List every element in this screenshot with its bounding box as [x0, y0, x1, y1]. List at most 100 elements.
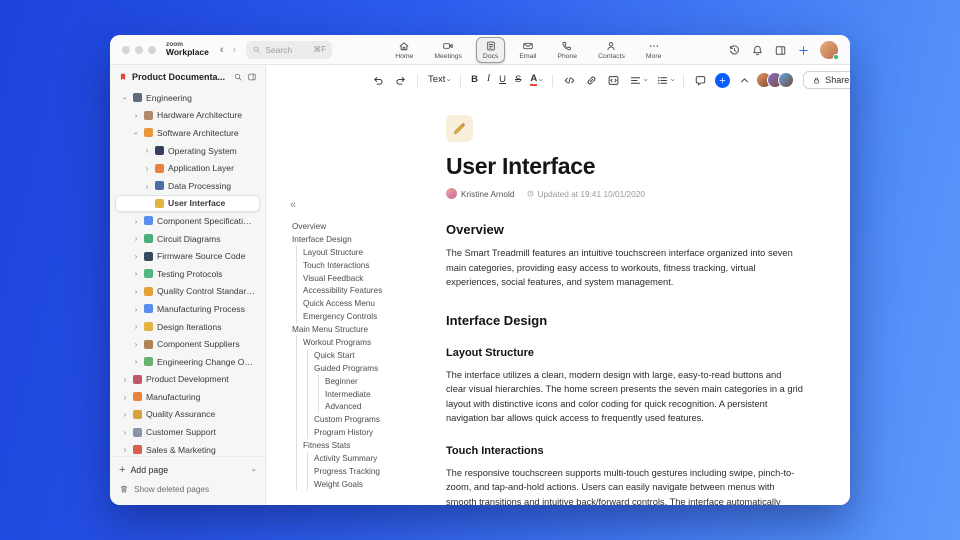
outline-item[interactable]: Interface Design [292, 233, 446, 246]
outline-item[interactable]: Visual Feedback [292, 271, 446, 285]
sidebar-item[interactable]: › Software Architecture [115, 124, 260, 142]
toolbar-underline-button[interactable]: U [495, 72, 510, 88]
sidebar-item[interactable]: ›User Interface [115, 194, 260, 213]
window-close-button[interactable] [122, 45, 130, 54]
sidebar-item[interactable]: › Circuit Diagrams [115, 230, 260, 248]
outline-item[interactable]: Touch Interactions [292, 258, 446, 272]
outline-item[interactable]: Layout Structure [292, 245, 446, 259]
toolbar-align-button[interactable]: › [625, 71, 651, 90]
sidebar-item[interactable]: › Engineering [115, 89, 260, 107]
sidebar-item[interactable]: › Manufacturing [115, 388, 260, 406]
outline-item[interactable]: Main Menu Structure [292, 323, 446, 336]
outline-item[interactable]: Workout Programs [292, 336, 446, 349]
sidebar-item[interactable]: › Quality Control Standards [115, 283, 260, 301]
sidebar-item[interactable]: › Testing Protocols [115, 265, 260, 283]
outline-collapse-button[interactable]: « [290, 200, 296, 211]
outline-item[interactable]: Overview [292, 220, 446, 233]
chevron-right-icon[interactable]: › [132, 305, 140, 314]
outline-item[interactable]: Activity Summary [292, 452, 446, 465]
toolbar-italic-button[interactable]: I [483, 72, 494, 88]
chevron-right-icon[interactable]: › [143, 146, 151, 155]
history-button[interactable] [728, 44, 741, 57]
sidebar-item[interactable]: › Sales & Marketing [115, 441, 260, 456]
sidebar-item[interactable]: › Engineering Change Orders [115, 353, 260, 371]
tab-phone[interactable]: Phone [550, 37, 584, 63]
tab-email[interactable]: Email [512, 37, 543, 63]
sidebar-item[interactable]: › Customer Support [115, 423, 260, 441]
chevron-right-icon[interactable]: › [132, 269, 140, 278]
add-page-button[interactable]: + Add page › [119, 462, 260, 478]
chevron-right-icon[interactable]: › [121, 375, 129, 384]
tab-meetings[interactable]: Meetings [427, 37, 469, 63]
collaborator-avatar[interactable] [778, 72, 795, 88]
chevron-right-icon[interactable]: › [132, 217, 140, 226]
forward-button[interactable]: › [233, 44, 237, 56]
share-button[interactable]: Share [803, 71, 850, 89]
sidebar-item[interactable]: › Firmware Source Code [115, 247, 260, 265]
sidebar-search-button[interactable] [233, 72, 243, 82]
outline-item[interactable]: Fitness Stats [292, 439, 446, 453]
chevron-right-icon[interactable]: › [132, 322, 140, 331]
chevron-right-icon[interactable]: › [121, 445, 129, 454]
toolbar-text-color-button[interactable]: A › [526, 71, 546, 89]
chevron-down-icon[interactable]: › [120, 94, 130, 102]
sidebar-item[interactable]: › Operating System [115, 142, 260, 160]
chevron-right-icon[interactable]: › [132, 287, 140, 296]
toolbar-inline-code-button[interactable] [559, 71, 580, 90]
outline-item[interactable]: Emergency Controls [292, 310, 446, 324]
chevron-right-icon[interactable]: › [143, 182, 151, 191]
sidebar-item[interactable]: › Product Development [115, 371, 260, 389]
chevron-right-icon[interactable]: › [132, 357, 140, 366]
tab-home[interactable]: Home [388, 37, 420, 63]
outline-item[interactable]: Intermediate [292, 387, 446, 401]
bell-button[interactable] [751, 44, 764, 57]
chevron-down-icon[interactable]: › [250, 469, 260, 472]
window-maximize-button[interactable] [148, 45, 156, 54]
plus-button[interactable] [797, 44, 810, 57]
chevron-right-icon[interactable]: › [132, 234, 140, 243]
sidebar-item[interactable]: › Component Specifications [115, 212, 260, 230]
tab-more[interactable]: More [639, 37, 669, 63]
toolbar-link-button[interactable] [581, 71, 602, 90]
sidebar-item[interactable]: › Hardware Architecture [115, 107, 260, 125]
window-minimize-button[interactable] [135, 45, 143, 54]
toolbar-collapse-toolbar-button[interactable] [734, 71, 755, 90]
sidebar-item[interactable]: › Design Iterations [115, 318, 260, 336]
toolbar-strikethrough-button[interactable]: S [511, 72, 525, 88]
chevron-right-icon[interactable]: › [121, 393, 129, 402]
sidebar-item[interactable]: › Data Processing [115, 177, 260, 195]
chevron-down-icon[interactable]: › [131, 129, 141, 137]
outline-item[interactable]: Quick Access Menu [292, 297, 446, 311]
toolbar-code-block-button[interactable] [603, 71, 624, 90]
chevron-right-icon[interactable]: › [132, 252, 140, 261]
chevron-right-icon[interactable]: › [121, 410, 129, 419]
back-button[interactable]: ‹ [220, 44, 224, 56]
chevron-right-icon[interactable]: › [132, 111, 140, 120]
toolbar-redo-button[interactable] [390, 71, 411, 90]
panel-button[interactable] [774, 44, 787, 57]
toolbar-bold-button[interactable]: B [467, 72, 482, 88]
document[interactable]: User Interface Kristine Arnold Updated a… [446, 95, 804, 505]
sidebar-item[interactable]: › Quality Assurance [115, 406, 260, 424]
sidebar-item[interactable]: › Manufacturing Process [115, 300, 260, 318]
tab-contacts[interactable]: Contacts [591, 37, 632, 63]
toolbar-list-button[interactable]: › [652, 71, 678, 90]
outline-item[interactable]: Advanced [292, 400, 446, 414]
show-deleted-pages-button[interactable]: Show deleted pages [119, 481, 256, 497]
outline-item[interactable]: Beginner [292, 374, 446, 388]
outline-item[interactable]: Weight Goals [292, 477, 446, 491]
tab-docs[interactable]: Docs [475, 36, 506, 63]
toolbar-comment-button[interactable] [690, 71, 711, 90]
toolbar-insert-button[interactable] [715, 72, 731, 88]
outline-item[interactable]: Custom Programs [292, 413, 446, 427]
outline-item[interactable]: Program History [292, 426, 446, 440]
outline-item[interactable]: Quick Start [292, 348, 446, 362]
outline-item[interactable]: Guided Programs [292, 361, 446, 375]
toolbar-text-style-button[interactable]: Text › [424, 72, 454, 88]
sidebar-item[interactable]: › Component Suppliers [115, 335, 260, 353]
sidebar-collapse-button[interactable] [247, 72, 257, 82]
chevron-right-icon[interactable]: › [121, 428, 129, 437]
chevron-right-icon[interactable]: › [132, 340, 140, 349]
sidebar-item[interactable]: › Application Layer [115, 159, 260, 177]
chevron-right-icon[interactable]: › [143, 164, 151, 173]
